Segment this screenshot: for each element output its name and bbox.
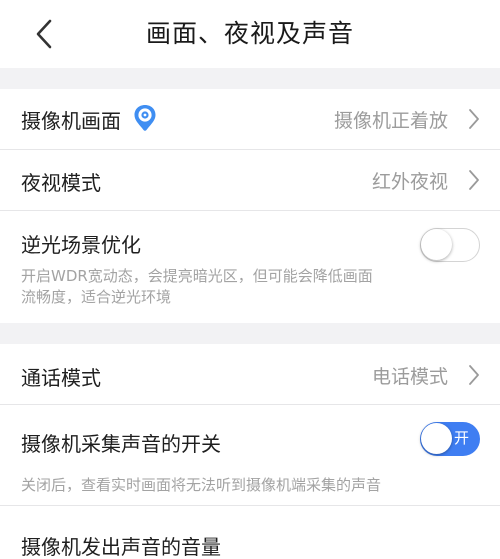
night-vision-value: 红外夜视 — [371, 171, 448, 193]
toggle-on-label: 开 — [453, 429, 469, 447]
camera-view-value: 摄像机正着放 — [333, 110, 448, 132]
settings-page: 画面、夜视及声音 摄像机画面 摄像机正着放 夜视模式 红外夜视 逆光场景优化 开… — [0, 0, 500, 559]
chevron-right-icon — [469, 170, 479, 190]
chevron-right-icon — [469, 365, 479, 385]
volume-label: 摄像机发出声音的音量 — [21, 535, 221, 559]
image-settings-section: 摄像机画面 摄像机正着放 夜视模式 红外夜视 逆光场景优化 开启WDR宽动态，会… — [0, 89, 500, 323]
backlight-description: 开启WDR宽动态，会提亮暗光区，但可能会降低画面 流畅度，适合逆光环境 — [21, 266, 421, 308]
mic-switch-description: 关闭后，查看实时画面将无法听到摄像机端采集的声音 — [21, 476, 382, 494]
toggle-knob — [421, 423, 452, 454]
camera-view-label: 摄像机画面 — [21, 109, 121, 133]
backlight-desc-line1: 开启WDR宽动态，会提亮暗光区，但可能会降低画面 — [21, 267, 373, 285]
audio-settings-section: 通话模式 电话模式 摄像机采集声音的开关 开 关闭后，查看实时画面将无法听到摄像… — [0, 344, 500, 559]
call-mode-value: 电话模式 — [371, 366, 448, 388]
page-title: 画面、夜视及声音 — [145, 19, 354, 48]
night-vision-row[interactable]: 夜视模式 红外夜视 — [0, 150, 500, 210]
mic-switch-toggle[interactable]: 开 — [420, 422, 480, 456]
camera-view-row[interactable]: 摄像机画面 摄像机正着放 — [0, 89, 500, 149]
backlight-toggle[interactable] — [420, 228, 480, 262]
nav-bar: 画面、夜视及声音 — [0, 0, 500, 68]
mic-switch-label: 摄像机采集声音的开关 — [21, 432, 221, 456]
camera-pin-icon — [134, 105, 156, 131]
backlight-desc-line2: 流畅度，适合逆光环境 — [21, 288, 172, 306]
chevron-right-icon — [469, 109, 479, 129]
toggle-knob — [421, 229, 452, 260]
backlight-row: 逆光场景优化 开启WDR宽动态，会提亮暗光区，但可能会降低画面 流畅度，适合逆光… — [0, 211, 500, 323]
backlight-label: 逆光场景优化 — [21, 233, 141, 257]
volume-row[interactable]: 摄像机发出声音的音量 — [0, 506, 500, 559]
call-mode-label: 通话模式 — [21, 366, 101, 390]
night-vision-label: 夜视模式 — [21, 171, 101, 195]
mic-switch-row: 摄像机采集声音的开关 开 关闭后，查看实时画面将无法听到摄像机端采集的声音 — [0, 405, 500, 505]
call-mode-row[interactable]: 通话模式 电话模式 — [0, 344, 500, 404]
